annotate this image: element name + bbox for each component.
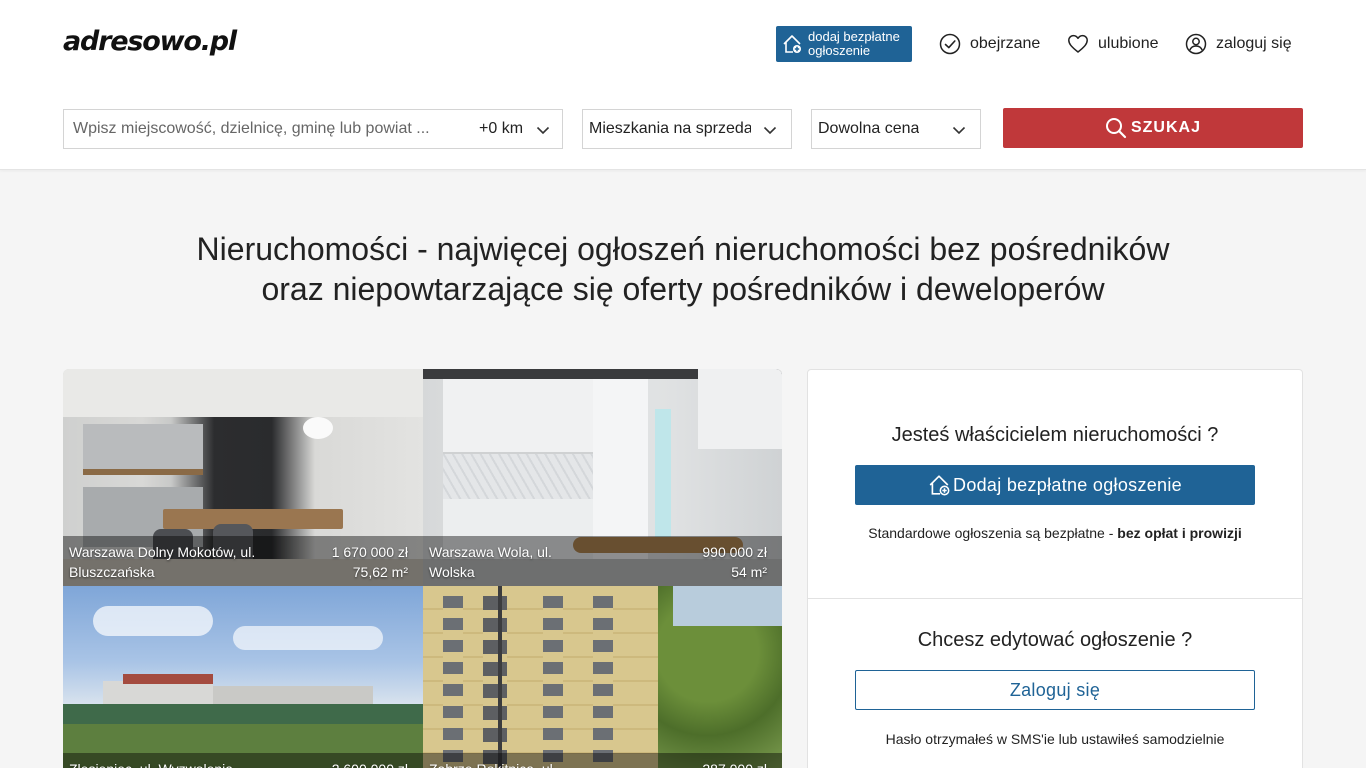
check-circle-icon xyxy=(939,33,961,55)
listing-price-area: 287 000 zł xyxy=(702,759,767,768)
location-search: +0 km xyxy=(63,109,563,149)
listing-card[interactable]: Zabrze Rokitnica, ul. 287 000 zł xyxy=(423,586,782,768)
house-plus-icon xyxy=(929,475,950,496)
heart-icon xyxy=(1068,34,1088,53)
price-select-value: Dowolna cena xyxy=(818,120,920,137)
listing-price: 287 000 zł xyxy=(702,759,767,768)
nav-favorites[interactable]: ulubione xyxy=(1067,31,1159,57)
listing-area: 75,62 m² xyxy=(352,564,408,580)
site-logo[interactable]: adresowo.pl xyxy=(63,26,237,57)
listing-price-area: 1 670 000 zł 75,62 m² xyxy=(332,542,408,582)
add-free-listing-panel-label: Dodaj bezpłatne ogłoszenie xyxy=(953,474,1182,495)
owner-note-bold: bez opłat i prowizji xyxy=(1117,525,1242,541)
search-button-label: SZUKAJ xyxy=(1130,119,1201,136)
listing-location: Warszawa Wola, ul. Wolska xyxy=(429,544,552,580)
owner-question: Jesteś właścicielem nieruchomości ? xyxy=(891,424,1219,446)
owner-note: Standardowe ogłoszenia są bezpłatne - be… xyxy=(808,525,1302,541)
nav-login-label: zaloguj się xyxy=(1216,35,1292,52)
listing-caption: Zlesieniec, ul. Wyzwolenia 2 600 000 zł xyxy=(63,753,423,768)
search-icon xyxy=(1105,118,1127,139)
listing-card[interactable]: Warszawa Wola, ul. Wolska 990 000 zł 54 … xyxy=(423,369,782,586)
nav-viewed-label: obejrzane xyxy=(970,35,1041,52)
chevron-down-icon[interactable] xyxy=(536,123,550,137)
headline-line1: Nieruchomości - najwięcej ogłoszeń nieru… xyxy=(196,231,1170,267)
edit-question: Chcesz edytować ogłoszenie ? xyxy=(917,629,1193,651)
listing-price: 990 000 zł xyxy=(702,544,767,560)
location-search-input[interactable] xyxy=(64,110,464,148)
edit-note: Hasło otrzymałeś w SMS'ie lub ustawiłeś … xyxy=(885,731,1225,747)
listing-price-area: 990 000 zł 54 m² xyxy=(702,542,767,582)
price-select[interactable]: Dowolna cena xyxy=(811,109,981,149)
listing-location: Zabrze Rokitnica, ul. xyxy=(429,759,579,768)
listing-card[interactable]: Warszawa Dolny Mokotów, ul. Bluszczańska… xyxy=(63,369,423,586)
add-free-listing-button[interactable]: dodaj bezpłatne ogłoszenie xyxy=(776,26,912,62)
add-listing-label-line2: ogłoszenie xyxy=(808,43,871,58)
category-select-value: Mieszkania na sprzedaż xyxy=(589,120,751,137)
house-plus-icon xyxy=(783,35,801,53)
listing-caption: Zabrze Rokitnica, ul. 287 000 zł xyxy=(423,753,782,768)
listing-price: 2 600 000 zł xyxy=(332,759,408,768)
listing-caption: Warszawa Dolny Mokotów, ul. Bluszczańska… xyxy=(63,536,423,586)
category-select[interactable]: Mieszkania na sprzedaż xyxy=(582,109,792,149)
logo-suffix-text: .pl xyxy=(200,26,237,57)
add-free-listing-panel-button[interactable]: Dodaj bezpłatne ogłoszenie xyxy=(855,465,1255,505)
listing-location: Zlesieniec, ul. Wyzwolenia xyxy=(69,759,259,768)
listing-photo-warehouse xyxy=(63,586,423,768)
listing-location: Warszawa Dolny Mokotów, ul. Bluszczańska xyxy=(69,544,256,580)
radius-select-label[interactable]: +0 km xyxy=(479,120,523,138)
nav-favorites-label: ulubione xyxy=(1098,35,1159,52)
nav-login[interactable]: zaloguj się xyxy=(1185,31,1292,57)
search-button[interactable]: SZUKAJ xyxy=(1003,108,1303,148)
chevron-down-icon xyxy=(952,126,966,135)
featured-listings-grid: Warszawa Dolny Mokotów, ul. Bluszczańska… xyxy=(63,369,782,768)
add-listing-label-line1: dodaj bezpłatne xyxy=(808,29,900,44)
headline-line2: oraz niepowtarzające się oferty pośredni… xyxy=(261,271,1105,307)
listing-caption: Warszawa Wola, ul. Wolska 990 000 zł 54 … xyxy=(423,536,782,586)
chevron-down-icon xyxy=(763,126,777,135)
owner-note-text: Standardowe ogłoszenia są bezpłatne - xyxy=(868,525,1118,541)
site-header: adresowo.pl dodaj bezpłatne ogłoszenie o… xyxy=(0,0,1366,170)
user-circle-icon xyxy=(1185,33,1207,55)
listing-card[interactable]: Zlesieniec, ul. Wyzwolenia 2 600 000 zł xyxy=(63,586,423,768)
logo-main-text: adresowo xyxy=(63,26,202,57)
listing-area: 54 m² xyxy=(731,564,767,580)
page-headline: Nieruchomości - najwięcej ogłoszeń nieru… xyxy=(0,229,1366,309)
login-panel-label: Zaloguj się xyxy=(1009,679,1101,700)
owner-panel: Jesteś właścicielem nieruchomości ? Doda… xyxy=(807,369,1303,768)
nav-viewed[interactable]: obejrzane xyxy=(939,31,1040,57)
add-listing-label: dodaj bezpłatne ogłoszenie xyxy=(808,30,900,58)
listing-price: 1 670 000 zł xyxy=(331,544,408,560)
login-panel-button[interactable]: Zaloguj się xyxy=(855,670,1255,710)
listing-price-area: 2 600 000 zł xyxy=(332,759,408,768)
listing-photo-apartment-block xyxy=(423,586,782,768)
owner-section: Jesteś właścicielem nieruchomości ? Doda… xyxy=(808,370,1302,599)
